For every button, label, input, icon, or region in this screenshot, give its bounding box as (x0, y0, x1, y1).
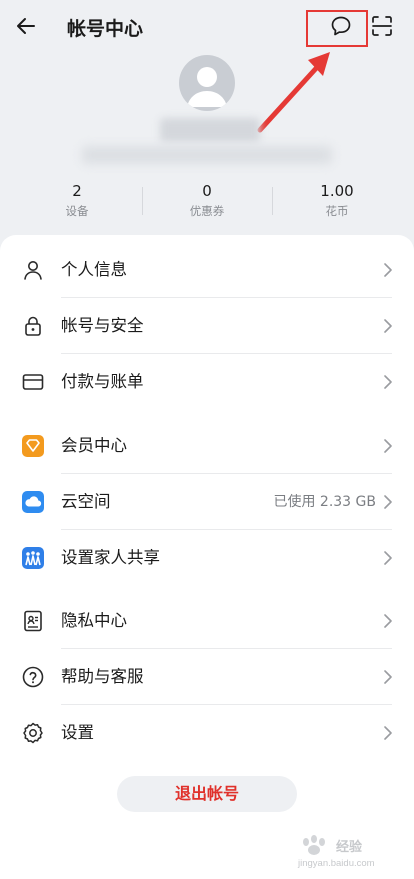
chevron-right-icon (384, 670, 392, 684)
stat-label: 优惠券 (189, 204, 225, 218)
menu-item-personal-info[interactable]: 个人信息 (0, 242, 414, 298)
account-id-redacted (82, 146, 332, 164)
annotation-arrow (257, 52, 330, 133)
avatar[interactable] (179, 55, 235, 111)
menu-item-label: 帮助与客服 (61, 667, 144, 686)
stat-coins[interactable]: 1.00 花币 (268, 182, 406, 219)
menu-item-label: 设置家人共享 (61, 548, 160, 567)
stat-devices[interactable]: 2 设备 (8, 182, 146, 219)
stat-coupons[interactable]: 0 优惠券 (138, 182, 276, 219)
person-icon (24, 261, 42, 280)
menu-item-label: 会员中心 (61, 436, 127, 455)
menu-item-label: 云空间 (61, 492, 111, 511)
username-redacted (160, 118, 260, 142)
menu-item-privacy-center[interactable]: 隐私中心 (0, 593, 414, 649)
page-title: 帐号中心 (67, 18, 144, 40)
stat-label: 设备 (65, 204, 89, 218)
family-icon (22, 547, 44, 569)
watermark-text: 经验 (336, 840, 363, 855)
privacy-icon (24, 610, 42, 632)
stat-value: 2 (72, 182, 82, 200)
cloud-usage-value: 已使用 2.33 GB (273, 494, 376, 510)
annotation-highlight-box (306, 10, 368, 47)
help-icon (22, 666, 44, 688)
menu-item-label: 隐私中心 (61, 611, 127, 630)
avatar-person-icon (187, 67, 227, 107)
stats-bar: 2 设备 0 优惠券 1.00 花币 (0, 182, 414, 222)
stat-value: 1.00 (320, 182, 354, 200)
menu-item-label: 付款与账单 (61, 372, 144, 391)
settings-icon (23, 722, 43, 744)
menu-item-family-sharing[interactable]: 设置家人共享 (0, 530, 414, 586)
logout-button[interactable]: 退出帐号 (117, 776, 297, 812)
chevron-right-icon (384, 319, 392, 333)
lock-icon (25, 316, 41, 336)
chevron-right-icon (384, 375, 392, 389)
member-icon (22, 435, 44, 457)
menu-item-help-support[interactable]: 帮助与客服 (0, 649, 414, 705)
menu-item-account-security[interactable]: 帐号与安全 (0, 298, 414, 354)
menu-item-settings[interactable]: 设置 (0, 705, 414, 761)
stat-label: 花币 (325, 204, 349, 218)
menu-item-label: 帐号与安全 (61, 316, 144, 335)
chevron-right-icon (384, 726, 392, 740)
back-arrow-icon[interactable] (14, 14, 38, 38)
stat-value: 0 (202, 182, 212, 200)
cloud-icon (22, 491, 44, 513)
menu-item-payment-billing[interactable]: 付款与账单 (0, 354, 414, 410)
chevron-right-icon (384, 614, 392, 628)
chevron-right-icon (384, 551, 392, 565)
chevron-right-icon (384, 495, 392, 509)
header: 帐号中心 2 设备 0 优惠券 1.00 花币 (0, 0, 414, 235)
card-icon (22, 374, 44, 390)
menu-item-cloud-space[interactable]: 云空间 已使用 2.33 GB (0, 474, 414, 530)
menu-item-member-center[interactable]: 会员中心 (0, 418, 414, 474)
watermark-url: jingyan.baidu.com (298, 858, 375, 869)
chevron-right-icon (384, 439, 392, 453)
menu-item-label: 设置 (61, 723, 94, 742)
chevron-right-icon (384, 263, 392, 277)
menu-item-label: 个人信息 (61, 260, 127, 279)
scan-icon[interactable] (370, 14, 394, 38)
